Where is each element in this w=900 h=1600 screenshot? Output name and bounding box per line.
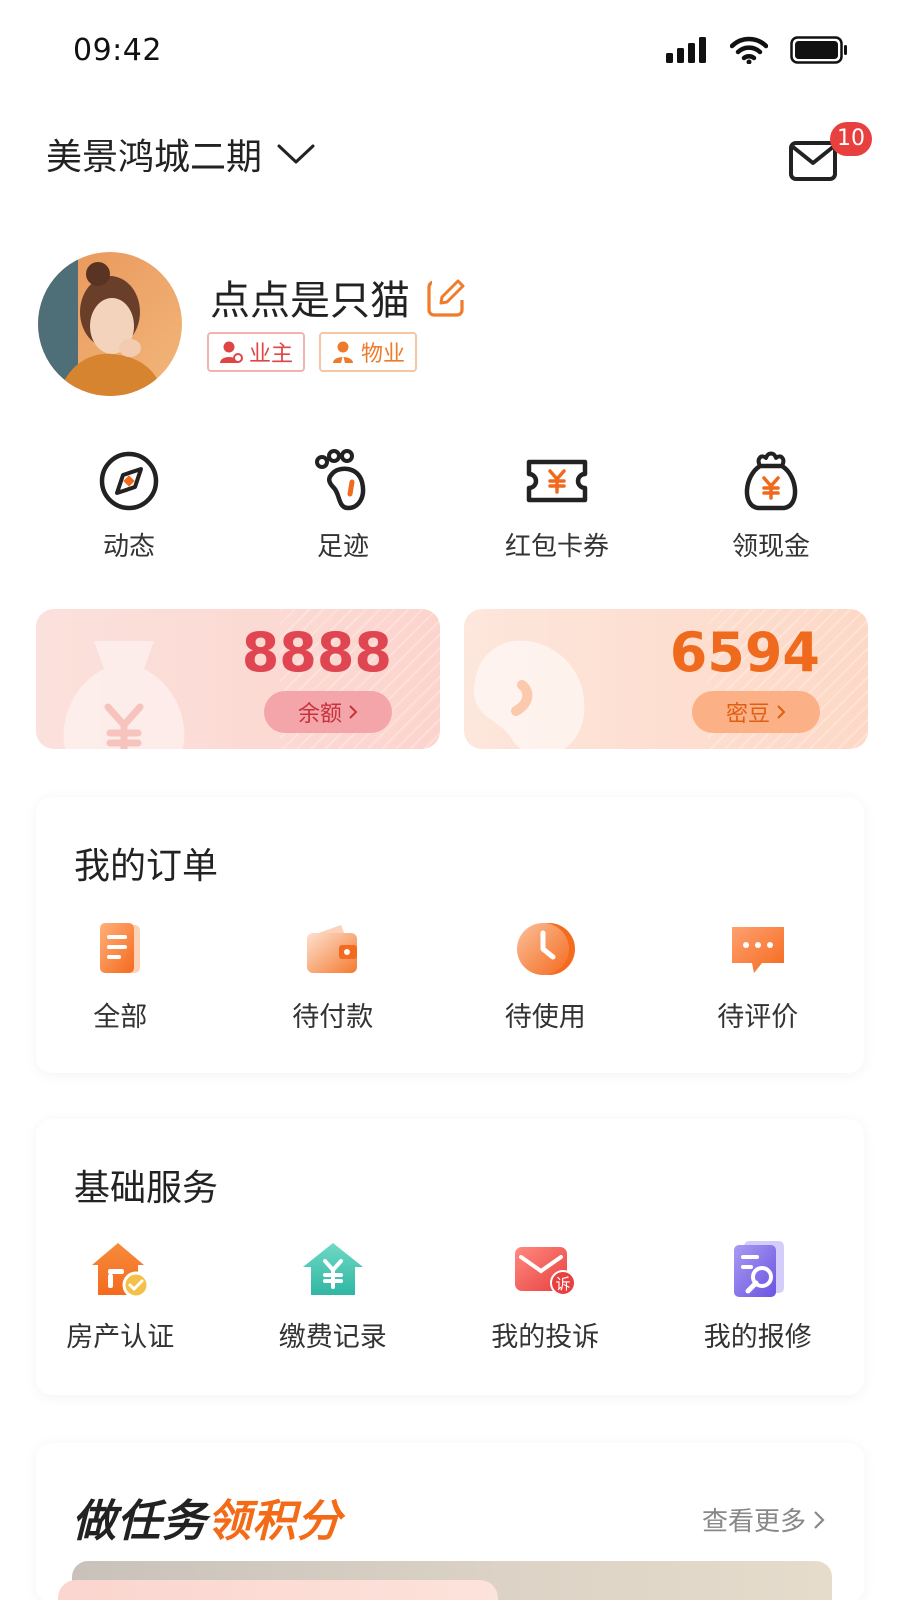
edit-icon[interactable] <box>426 276 468 318</box>
beans-value: 6594 <box>669 621 820 684</box>
beans-label: 密豆 <box>725 702 770 727</box>
quick-item-cash[interactable]: 领现金 <box>664 448 878 568</box>
order-label-to-review: 待评价 <box>717 1002 799 1033</box>
service-label-payment-records: 缴费记录 <box>278 1322 387 1353</box>
order-item-all[interactable]: 全部 <box>14 917 227 1034</box>
nickname-row: 点点是只猫 <box>210 268 468 326</box>
tasks-card: 做任务 领积分 查看更多 <box>36 1443 864 1600</box>
service-label-repairs: 我的报修 <box>703 1322 812 1353</box>
service-item-complaints[interactable]: 诉 我的投诉 <box>439 1237 652 1354</box>
orders-card: 我的订单 全部 待付款 待使用 待评价 <box>36 797 864 1073</box>
footprint-icon <box>315 449 366 511</box>
payment-house-icon <box>302 1243 363 1295</box>
order-label-all: 全部 <box>93 1002 148 1033</box>
service-item-repairs[interactable]: 我的报修 <box>652 1237 865 1354</box>
chat-bubble-icon <box>731 927 784 973</box>
quick-label-dynamics: 动态 <box>102 532 155 562</box>
services-title: 基础服务 <box>74 1168 219 1209</box>
order-item-pending-payment[interactable]: 待付款 <box>227 917 440 1034</box>
money-bag-icon <box>744 451 798 511</box>
avatar-image <box>38 252 182 396</box>
complaint-icon-text: 诉 <box>556 1275 571 1293</box>
service-item-payment-records[interactable]: 缴费记录 <box>227 1237 440 1354</box>
wifi-icon <box>730 36 768 64</box>
quick-label-footprints: 足迹 <box>316 532 369 562</box>
quick-label-cash: 领现金 <box>731 532 810 562</box>
header: 美景鸿城二期 10 <box>0 118 900 190</box>
quick-actions: 动态 足迹 红包卡券 领现金 <box>22 448 878 568</box>
quick-item-footprints[interactable]: 足迹 <box>236 448 450 568</box>
service-item-property-cert[interactable]: 房产认证 <box>14 1237 227 1354</box>
status-bar: 09:42 <box>0 0 900 104</box>
tasks-title-part1: 做任务 <box>72 1496 207 1547</box>
battery-icon <box>790 36 847 64</box>
view-more-label: 查看更多 <box>701 1507 806 1537</box>
task-banner-card <box>58 1580 498 1600</box>
mail-button[interactable]: 10 <box>789 122 872 188</box>
quick-item-coupons[interactable]: 红包卡券 <box>450 448 664 568</box>
tag-owner-label: 业主 <box>249 342 294 367</box>
money-bag-watermark-icon <box>63 641 185 749</box>
repair-wrench-icon <box>733 1241 784 1297</box>
complaint-mail-icon: 诉 <box>515 1247 577 1296</box>
profile-section: 点点是只猫 业主 物业 <box>0 250 900 400</box>
staff-person-icon <box>333 341 354 363</box>
nickname: 点点是只猫 <box>210 278 410 324</box>
signal-icon <box>666 37 706 63</box>
chevron-right-icon <box>349 705 358 719</box>
orders-grid: 全部 待付款 待使用 待评价 <box>36 917 864 1034</box>
service-label-property-cert: 房产认证 <box>66 1322 175 1353</box>
compass-icon <box>99 451 159 511</box>
beans-pill[interactable]: 密豆 <box>692 691 820 733</box>
chevron-down-icon <box>277 144 315 164</box>
tasks-title-part2: 领积分 <box>207 1496 342 1547</box>
community-name: 美景鸿城二期 <box>46 137 263 178</box>
balance-pill[interactable]: 余额 <box>264 691 392 733</box>
view-more-link[interactable]: 查看更多 <box>702 1501 826 1538</box>
orders-title: 我的订单 <box>74 846 219 887</box>
status-icons <box>666 36 848 64</box>
bean-watermark-icon <box>473 640 585 749</box>
document-list-icon <box>100 923 141 973</box>
coupon-ticket-icon <box>526 459 588 503</box>
avatar[interactable] <box>38 252 182 396</box>
order-item-to-review[interactable]: 待评价 <box>652 917 865 1034</box>
services-grid: 房产认证 缴费记录 诉 我的投诉 我的报修 <box>36 1237 864 1354</box>
order-label-pending-payment: 待付款 <box>292 1002 374 1033</box>
services-card: 基础服务 房产认证 缴费记录 诉 我的投诉 我的报修 <box>36 1119 864 1395</box>
balance-card[interactable]: 8888 余额 <box>36 609 440 749</box>
tag-property-label: 物业 <box>361 342 406 367</box>
chevron-right-icon <box>777 705 786 719</box>
tag-property: 物业 <box>319 332 418 372</box>
tasks-title: 做任务 领积分 <box>72 1485 342 1549</box>
quick-label-coupons: 红包卡券 <box>504 532 609 562</box>
chevron-right-icon <box>814 1510 825 1529</box>
balance-label: 余额 <box>297 702 342 727</box>
role-tags: 业主 物业 <box>207 332 418 372</box>
status-time: 09:42 <box>73 33 162 68</box>
clock-icon <box>517 923 576 975</box>
quick-item-dynamics[interactable]: 动态 <box>22 448 236 568</box>
order-label-to-use: 待使用 <box>504 1002 586 1033</box>
service-label-complaints: 我的投诉 <box>491 1322 600 1353</box>
order-item-to-use[interactable]: 待使用 <box>439 917 652 1034</box>
wallet-icon <box>306 925 357 973</box>
community-selector[interactable]: 美景鸿城二期 <box>46 128 316 180</box>
beans-card[interactable]: 6594 密豆 <box>464 609 868 749</box>
owner-person-icon <box>220 341 243 363</box>
house-verified-icon <box>92 1243 150 1299</box>
balance-value: 8888 <box>241 621 392 684</box>
mail-badge: 10 <box>830 122 872 156</box>
tag-owner: 业主 <box>207 332 306 372</box>
